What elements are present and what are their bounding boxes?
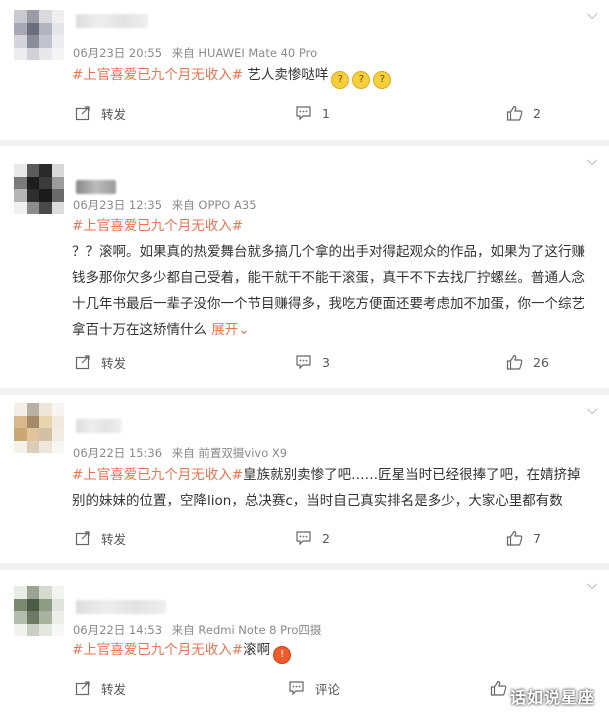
comment-button[interactable]: 评论	[288, 676, 340, 700]
post-card: ⌵ 06月23日 12:35 来自 OPPO A35 #上官喜爱已九个月无收入#…	[0, 146, 609, 388]
post-text: 滚啊	[243, 642, 271, 658]
chevron-down-icon[interactable]: ⌵	[583, 6, 601, 24]
thinking-emoji-icon: ?	[331, 71, 350, 89]
like-count: 7	[533, 530, 541, 546]
like-button[interactable]: 26	[506, 350, 549, 374]
hashtag-link[interactable]: #上官喜爱已九个月无收入#	[72, 213, 591, 239]
repost-icon	[75, 681, 90, 696]
username-blurred[interactable]	[76, 180, 116, 194]
comment-button[interactable]: 1	[295, 101, 330, 125]
post-meta: 06月23日 12:35 来自 OPPO A35	[73, 197, 263, 213]
watermark: 话如说星座	[509, 688, 595, 707]
post-date: 06月23日 20:55	[73, 46, 163, 60]
post-date: 06月22日 15:36	[73, 446, 163, 460]
chevron-down-icon[interactable]: ⌵	[583, 401, 601, 419]
repost-label: 转发	[101, 531, 127, 547]
like-count: 2	[533, 105, 541, 121]
comment-icon	[296, 355, 311, 370]
comment-count: 1	[322, 105, 330, 121]
post-content: #上官喜爱已九个月无收入# ？？滚啊。如果真的热爱舞台就多搞几个拿的出手对得起观…	[72, 213, 591, 343]
post-meta: 06月22日 15:36 来自 前置双摄vivo X9	[73, 445, 293, 461]
post-content: #上官喜爱已九个月无收入#滚啊!	[72, 637, 591, 664]
hashtag-link[interactable]: #上官喜爱已九个月无收入#	[72, 642, 243, 658]
comment-icon	[296, 106, 311, 121]
post-date: 06月22日 14:53	[73, 623, 163, 637]
avatar[interactable]	[14, 164, 64, 214]
avatar[interactable]	[14, 586, 64, 636]
thumbs-up-icon	[506, 354, 523, 370]
repost-icon	[75, 355, 90, 370]
repost-button[interactable]: 转发	[75, 526, 126, 550]
expand-link[interactable]: 展开⌄	[211, 322, 249, 338]
action-bar: 转发 2 7	[0, 526, 609, 550]
like-button[interactable]: 7	[506, 526, 541, 550]
post-source: 来自 HUAWEI Mate 40 Pro	[171, 46, 318, 60]
username-blurred[interactable]	[76, 600, 166, 614]
comment-button[interactable]: 3	[295, 350, 330, 374]
chevron-down-icon[interactable]: ⌵	[583, 152, 601, 170]
repost-label: 转发	[101, 681, 127, 697]
post-content: #上官喜爱已九个月无收入#皇族就别卖惨了吧……匠星当时已经很捧了吧，在婧挤掉别的…	[72, 462, 591, 514]
post-meta: 06月23日 20:55 来自 HUAWEI Mate 40 Pro	[73, 45, 323, 61]
post-source: 来自 OPPO A35	[171, 198, 257, 212]
angry-emoji-icon: !	[273, 646, 292, 664]
comment-count: 3	[322, 354, 330, 370]
repost-button[interactable]: 转发	[75, 101, 126, 125]
username-blurred[interactable]	[76, 14, 148, 28]
post-date: 06月23日 12:35	[73, 198, 163, 212]
comment-icon	[296, 531, 311, 546]
comment-button[interactable]: 2	[295, 526, 330, 550]
post-card: ⌵ 06月22日 14:53 来自 Redmi Note 8 Pro四摄 #上官…	[0, 570, 609, 712]
thumbs-up-icon	[506, 105, 523, 121]
comment-icon	[289, 681, 304, 696]
hashtag-link[interactable]: #上官喜爱已九个月无收入#	[72, 67, 243, 83]
post-source: 来自 Redmi Note 8 Pro四摄	[171, 623, 322, 637]
comment-count: 2	[322, 530, 330, 546]
post-card: ⌵ 06月22日 15:36 来自 前置双摄vivo X9 #上官喜爱已九个月无…	[0, 395, 609, 563]
repost-button[interactable]: 转发	[75, 350, 126, 374]
thumbs-up-icon	[490, 680, 507, 696]
post-content: #上官喜爱已九个月无收入# 艺人卖惨哒咩???	[72, 62, 591, 89]
post-source: 来自 前置双摄vivo X9	[171, 446, 288, 460]
avatar[interactable]	[14, 10, 64, 60]
thinking-emoji-icon: ?	[373, 71, 392, 89]
post-text: ？？滚啊。如果真的热爱舞台就多搞几个拿的出手对得起观众的作品，如果为了这行赚钱多…	[72, 244, 585, 338]
repost-label: 转发	[101, 355, 127, 371]
like-count: 26	[533, 354, 549, 370]
repost-button[interactable]: 转发	[75, 676, 126, 700]
username-blurred[interactable]	[76, 419, 122, 433]
post-card: ⌵ 06月23日 20:55 来自 HUAWEI Mate 40 Pro #上官…	[0, 0, 609, 140]
like-button[interactable]: 2	[506, 101, 541, 125]
repost-icon	[75, 531, 90, 546]
thinking-emoji-icon: ?	[352, 71, 371, 89]
chevron-down-icon: ⌄	[238, 322, 250, 338]
hashtag-link[interactable]: #上官喜爱已九个月无收入#	[72, 467, 243, 483]
repost-icon	[75, 106, 90, 121]
action-bar: 转发 3 26	[0, 350, 609, 374]
thumbs-up-icon	[506, 530, 523, 546]
post-text: 艺人卖惨哒咩	[243, 67, 329, 83]
post-meta: 06月22日 14:53 来自 Redmi Note 8 Pro四摄	[73, 622, 327, 638]
comment-label: 评论	[315, 681, 341, 697]
repost-label: 转发	[101, 106, 127, 122]
avatar[interactable]	[14, 403, 64, 453]
chevron-down-icon[interactable]: ⌵	[583, 576, 601, 594]
action-bar: 转发 1 2	[0, 101, 609, 125]
